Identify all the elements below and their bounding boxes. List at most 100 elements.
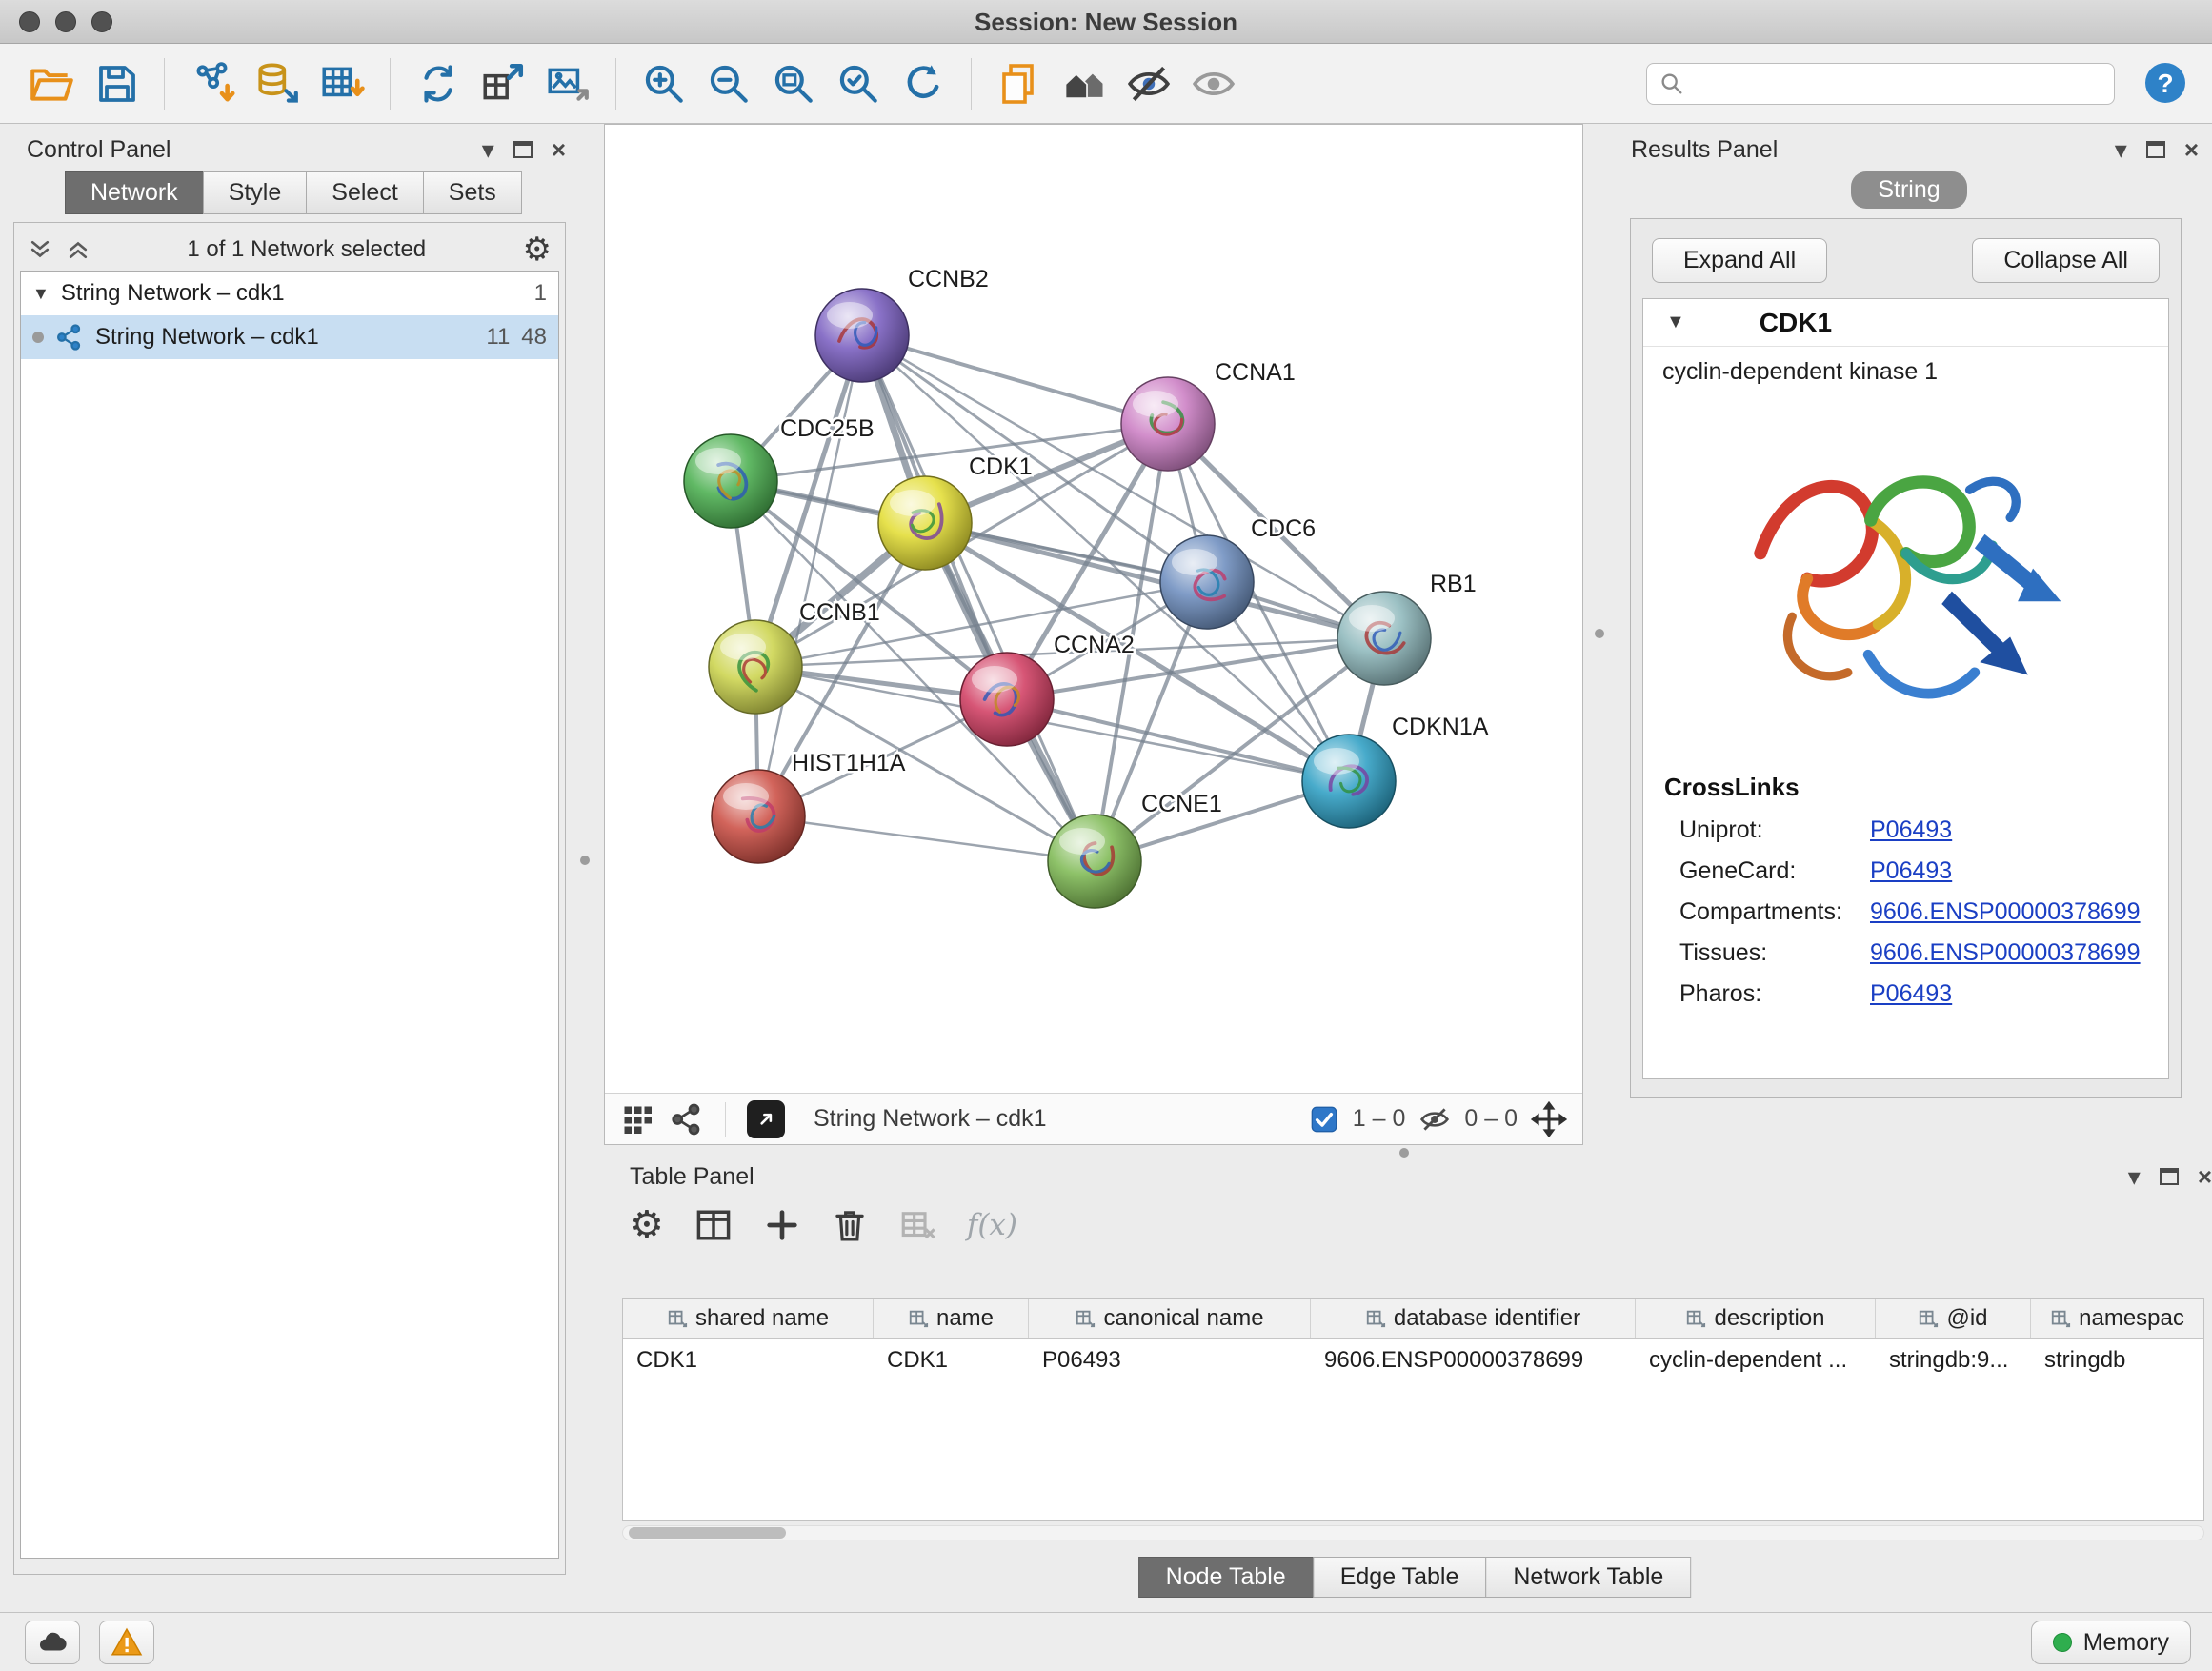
crosslink-link[interactable]: 9606.ENSP00000378699 <box>1870 939 2141 967</box>
save-session-button[interactable] <box>88 52 145 115</box>
table-cell[interactable]: stringdb <box>2031 1339 2204 1382</box>
column-header-description[interactable]: description <box>1636 1299 1876 1338</box>
hide-graphics-details-button[interactable] <box>1120 52 1177 115</box>
scrollbar-thumb[interactable] <box>629 1527 786 1539</box>
network-node-CDK1[interactable] <box>878 476 972 570</box>
expand-all-button[interactable]: Expand All <box>1652 238 1827 283</box>
tab-sets[interactable]: Sets <box>423 171 522 214</box>
network-node-CDC25B[interactable] <box>684 434 777 528</box>
horizontal-splitter-handle[interactable] <box>1399 1148 1409 1158</box>
tab-style[interactable]: Style <box>203 171 308 214</box>
network-node-CDKN1A[interactable] <box>1302 735 1396 828</box>
refresh-layout-button[interactable] <box>895 52 952 115</box>
network-node-CCNB2[interactable] <box>815 289 909 382</box>
help-button[interactable]: ? <box>2142 60 2189 108</box>
right-splitter-handle[interactable] <box>1595 629 1604 638</box>
tab-network[interactable]: Network <box>65 171 204 214</box>
table-row[interactable]: CDK1CDK1P064939606.ENSP00000378699cyclin… <box>623 1339 2203 1382</box>
network-row[interactable]: String Network – cdk1 11 48 <box>21 315 558 359</box>
collapse-all-button[interactable]: Collapse All <box>1972 238 2160 283</box>
close-panel-icon[interactable]: × <box>2184 137 2199 162</box>
search-input[interactable] <box>1695 70 2102 97</box>
table-cell[interactable]: P06493 <box>1029 1339 1311 1382</box>
import-network-database-button[interactable] <box>249 52 306 115</box>
tab-node-table[interactable]: Node Table <box>1138 1557 1314 1598</box>
column-header-namespac[interactable]: namespac <box>2031 1299 2204 1338</box>
table-cell[interactable]: stringdb:9... <box>1876 1339 2031 1382</box>
network-node-CDC6[interactable] <box>1160 535 1254 629</box>
tab-select[interactable]: Select <box>306 171 423 214</box>
collapse-all-icon[interactable] <box>28 237 52 262</box>
protein-disclosure-icon[interactable]: ▼ <box>1666 312 1685 333</box>
network-node-HIST1H1A[interactable] <box>712 770 805 863</box>
network-node-CCNE1[interactable] <box>1048 815 1141 908</box>
panel-menu-icon[interactable]: ▾ <box>2115 137 2127 162</box>
import-table-button[interactable] <box>313 52 371 115</box>
panel-menu-icon[interactable]: ▾ <box>482 137 494 162</box>
network-node-CCNB1[interactable] <box>709 620 802 714</box>
minimize-window-button[interactable] <box>55 11 76 32</box>
clone-network-button[interactable] <box>410 52 467 115</box>
crosslink-link[interactable]: P06493 <box>1870 857 1952 885</box>
open-session-button[interactable] <box>23 52 80 115</box>
import-network-file-button[interactable] <box>184 52 241 115</box>
table-options-gear-icon[interactable]: ⚙ <box>630 1203 664 1247</box>
network-canvas[interactable]: CCNB2CCNA1CDC25BCDK1CDC6RB1CCNB1CCNA2CDK… <box>605 125 1582 1093</box>
float-panel-icon[interactable] <box>513 141 533 158</box>
cloud-status-button[interactable] <box>25 1621 80 1664</box>
session-compare-button[interactable] <box>1056 52 1113 115</box>
table-cell[interactable]: CDK1 <box>623 1339 874 1382</box>
zoom-window-button[interactable] <box>91 11 112 32</box>
column-header-shared-name[interactable]: shared name <box>623 1299 874 1338</box>
new-network-from-selection-button[interactable] <box>474 52 532 115</box>
selected-checkbox-icon[interactable] <box>1309 1104 1339 1135</box>
table-cell[interactable]: 9606.ENSP00000378699 <box>1311 1339 1636 1382</box>
zoom-in-button[interactable] <box>635 52 693 115</box>
table-cell[interactable]: CDK1 <box>874 1339 1029 1382</box>
network-share-icon[interactable] <box>670 1102 704 1137</box>
zoom-fit-button[interactable] <box>765 52 822 115</box>
panel-menu-icon[interactable]: ▾ <box>2128 1164 2141 1189</box>
network-node-RB1[interactable] <box>1337 592 1431 685</box>
export-image-button[interactable] <box>539 52 596 115</box>
column-header-database-identifier[interactable]: database identifier <box>1311 1299 1636 1338</box>
delete-column-trash-icon[interactable] <box>830 1205 870 1245</box>
create-column-plus-icon[interactable] <box>763 1206 801 1244</box>
close-panel-icon[interactable]: × <box>2198 1164 2212 1189</box>
network-arrows-icon <box>414 60 462 108</box>
crosslink-link[interactable]: P06493 <box>1870 980 1952 1008</box>
close-panel-icon[interactable]: × <box>552 137 566 162</box>
expand-all-icon[interactable] <box>66 237 90 262</box>
show-graphics-details-button[interactable] <box>1185 52 1242 115</box>
network-collection-row[interactable]: ▼ String Network – cdk1 1 <box>21 272 558 315</box>
collection-disclosure-icon[interactable]: ▼ <box>32 284 50 304</box>
open-in-browser-button[interactable] <box>747 1100 785 1138</box>
network-node-CCNA2[interactable] <box>960 653 1054 746</box>
column-header-canonical-name[interactable]: canonical name <box>1029 1299 1311 1338</box>
float-panel-icon[interactable] <box>2160 1168 2179 1185</box>
zoom-out-button[interactable] <box>700 52 757 115</box>
table-cell[interactable]: cyclin-dependent ... <box>1636 1339 1876 1382</box>
table-horizontal-scrollbar[interactable] <box>622 1525 2204 1540</box>
network-node-CCNA1[interactable] <box>1121 377 1215 471</box>
float-panel-icon[interactable] <box>2146 141 2165 158</box>
tab-edge-table[interactable]: Edge Table <box>1313 1557 1487 1598</box>
tab-network-table[interactable]: Network Table <box>1485 1557 1691 1598</box>
birdseye-grid-icon[interactable] <box>620 1102 654 1137</box>
network-options-gear-icon[interactable]: ⚙ <box>523 231 552 269</box>
hidden-eye-slash-icon[interactable] <box>1418 1103 1451 1136</box>
crosslink-link[interactable]: 9606.ENSP00000378699 <box>1870 898 2141 926</box>
zoom-selected-button[interactable] <box>830 52 887 115</box>
string-tab-badge[interactable]: String <box>1851 171 1966 209</box>
protein-card-header[interactable]: ▼ CDK1 <box>1643 299 2168 347</box>
left-splitter-handle[interactable] <box>580 856 590 865</box>
column-header--id[interactable]: @id <box>1876 1299 2031 1338</box>
warnings-button[interactable] <box>99 1621 154 1664</box>
show-columns-icon[interactable] <box>693 1204 734 1246</box>
crosslink-link[interactable]: P06493 <box>1870 816 1952 844</box>
copy-style-button[interactable] <box>991 52 1048 115</box>
memory-button[interactable]: Memory <box>2031 1621 2191 1664</box>
close-window-button[interactable] <box>19 11 40 32</box>
column-header-name[interactable]: name <box>874 1299 1029 1338</box>
pan-move-icon[interactable] <box>1531 1101 1567 1137</box>
